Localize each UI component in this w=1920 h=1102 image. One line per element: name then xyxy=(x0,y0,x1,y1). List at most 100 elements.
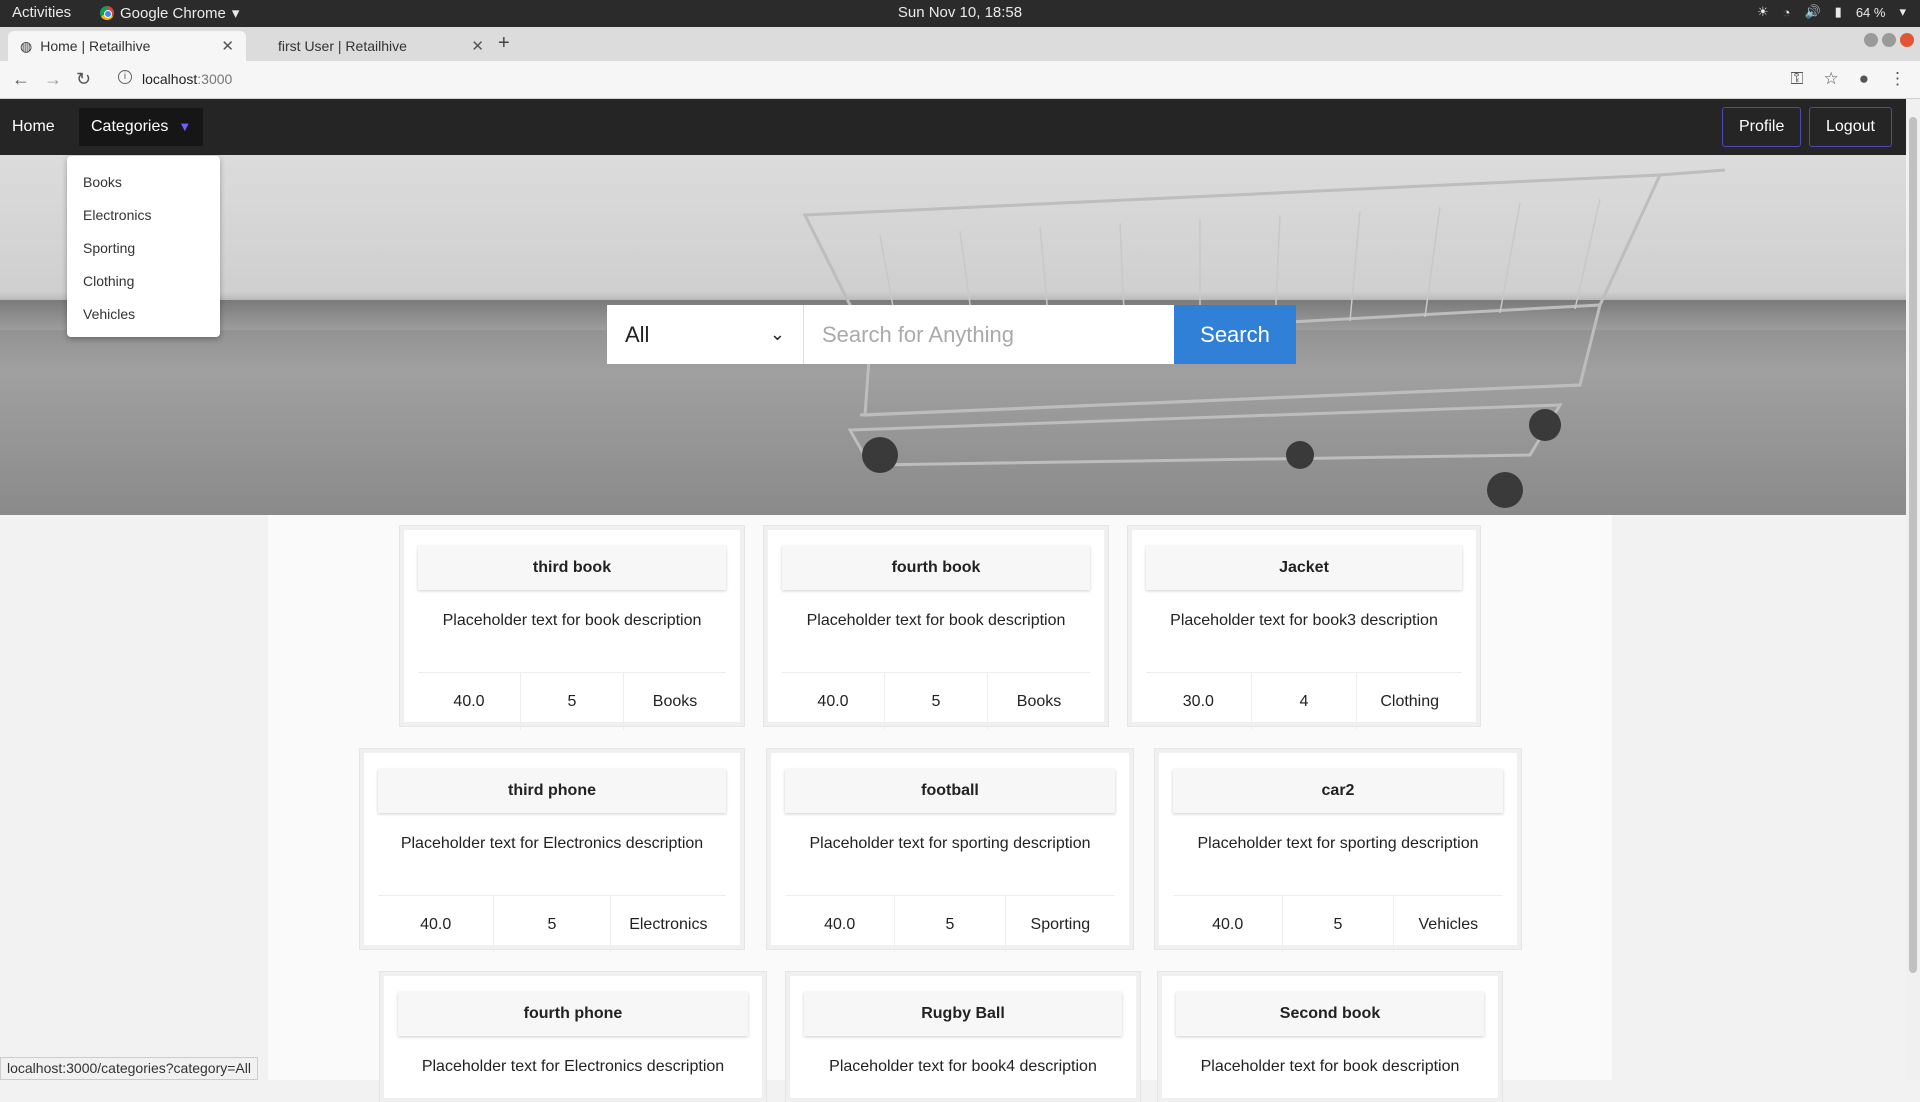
product-quantity: 5 xyxy=(885,673,988,730)
product-quantity: 5 xyxy=(895,896,1006,953)
scrollbar-thumb[interactable] xyxy=(1909,117,1917,973)
tab-title: Home | Retailhive xyxy=(40,38,151,54)
product-name: third book xyxy=(418,546,726,590)
product-card[interactable]: fourth phone Placeholder text for Electr… xyxy=(379,971,767,1102)
product-card[interactable]: Jacket Placeholder text for book3 descri… xyxy=(1127,525,1481,730)
product-description: Placeholder text for book description xyxy=(442,612,702,629)
tab-title: first User | Retailhive xyxy=(278,38,407,54)
profile-button[interactable]: Profile xyxy=(1722,107,1802,147)
dropdown-item-books[interactable]: Books xyxy=(67,166,220,199)
url-field[interactable]: localhost:3000 xyxy=(142,71,232,87)
categories-dropdown-menu: Books Electronics Sporting Clothing Vehi… xyxy=(67,156,220,337)
tab-home[interactable]: ◍ Home | Retailhive ✕ xyxy=(8,31,246,61)
chevron-down-icon: ⌄ xyxy=(769,324,785,344)
page-scrollbar[interactable] xyxy=(1906,99,1920,1080)
product-category: Sporting xyxy=(1030,916,1091,933)
categories-dropdown-toggle[interactable]: Categories ▼ xyxy=(79,108,204,146)
dropdown-item-vehicles[interactable]: Vehicles xyxy=(67,298,220,331)
product-description: Placeholder text for book3 description xyxy=(1170,612,1438,629)
product-card[interactable]: football Placeholder text for sporting d… xyxy=(766,748,1134,953)
product-name: Jacket xyxy=(1146,546,1462,590)
product-quantity: 5 xyxy=(494,896,611,953)
product-price: 40.0 xyxy=(782,673,885,730)
product-price: 40.0 xyxy=(1173,896,1284,953)
info-icon[interactable]: i xyxy=(118,70,132,84)
tab-first-user[interactable]: first User | Retailhive ✕ xyxy=(258,31,496,61)
url-port: :3000 xyxy=(197,71,233,87)
globe-icon: ◍ xyxy=(20,37,33,54)
product-description: Placeholder text for book4 description xyxy=(829,1058,1097,1075)
product-stats: 40.0 5 Vehicles xyxy=(1173,895,1503,953)
app-navbar: Home Categories ▼ Profile Logout xyxy=(0,99,1906,155)
nav-home-link[interactable]: Home xyxy=(12,99,55,155)
star-icon[interactable]: ☆ xyxy=(1823,69,1838,89)
product-quantity: 5 xyxy=(1283,896,1394,953)
product-description: Placeholder text for book description xyxy=(806,612,1066,629)
product-stats: 40.0 5 Sporting xyxy=(785,895,1115,953)
product-stats: 40.0 5 Electronics xyxy=(378,895,726,953)
chevron-down-icon: ▼ xyxy=(178,119,192,134)
close-icon[interactable]: ✕ xyxy=(221,37,234,55)
product-name: Rugby Ball xyxy=(804,992,1122,1036)
wifi-icon: ◔ xyxy=(1782,4,1791,20)
product-category: Books xyxy=(652,693,698,710)
category-select[interactable]: All ⌄ xyxy=(607,305,804,364)
product-card[interactable]: car2 Placeholder text for sporting descr… xyxy=(1154,748,1522,953)
product-card[interactable]: Second book Placeholder text for book de… xyxy=(1157,971,1503,1102)
chrome-icon xyxy=(100,6,114,20)
search-input[interactable] xyxy=(804,305,1174,364)
dropdown-item-electronics[interactable]: Electronics xyxy=(67,199,220,232)
dropdown-item-clothing[interactable]: Clothing xyxy=(67,265,220,298)
product-description: Placeholder text for book description xyxy=(1200,1058,1460,1075)
account-icon[interactable]: ● xyxy=(1859,69,1869,89)
category-select-value: All xyxy=(625,321,650,347)
clock[interactable]: Sun Nov 10, 18:58 xyxy=(0,4,1920,21)
system-tray[interactable]: ☀ ◔ 🔊 ▮ 64 % ▾ xyxy=(1757,4,1906,20)
product-description: Placeholder text for sporting descriptio… xyxy=(809,835,1091,852)
product-name: car2 xyxy=(1173,769,1503,813)
battery-level: 64 % xyxy=(1855,4,1886,20)
search-bar: All ⌄ Search xyxy=(607,305,1296,364)
caret-down-icon: ▾ xyxy=(231,5,240,22)
product-card[interactable]: fourth book Placeholder text for book de… xyxy=(763,525,1109,730)
menu-icon[interactable]: ⋮ xyxy=(1889,69,1906,89)
product-quantity: 5 xyxy=(521,673,624,730)
product-name: third phone xyxy=(378,769,726,813)
minimize-button[interactable] xyxy=(1864,33,1878,47)
close-icon[interactable]: ✕ xyxy=(471,37,484,55)
product-card[interactable]: Rugby Ball Placeholder text for book4 de… xyxy=(785,971,1141,1102)
product-name: Second book xyxy=(1176,992,1484,1036)
search-button[interactable]: Search xyxy=(1174,305,1296,364)
product-description: Placeholder text for Electronics descrip… xyxy=(400,835,704,852)
product-price: 40.0 xyxy=(378,896,495,953)
app-menu[interactable]: Google Chrome ▾ xyxy=(100,4,239,22)
link-status-bar: localhost:3000/categories?category=All xyxy=(0,1057,258,1080)
reload-icon[interactable]: ↻ xyxy=(76,69,91,90)
product-name: football xyxy=(785,769,1115,813)
new-tab-button[interactable]: + xyxy=(498,32,510,55)
product-stats: 40.0 5 Books xyxy=(418,672,726,730)
product-card[interactable]: third phone Placeholder text for Electro… xyxy=(359,748,745,953)
address-bar-row: ← → ↻ i localhost:3000 ⚿ ☆ ● ⋮ xyxy=(0,61,1920,99)
product-description: Placeholder text for sporting descriptio… xyxy=(1197,835,1479,852)
forward-icon[interactable]: → xyxy=(44,69,62,90)
maximize-button[interactable] xyxy=(1882,33,1896,47)
omnibar-actions: ⚿ ☆ ● ⋮ xyxy=(1791,69,1906,89)
back-icon[interactable]: ← xyxy=(12,69,30,90)
product-description: Placeholder text for Electronics descrip… xyxy=(421,1058,725,1075)
product-price: 40.0 xyxy=(418,673,521,730)
window-controls xyxy=(1864,33,1914,47)
product-name: fourth phone xyxy=(398,992,748,1036)
product-quantity: 4 xyxy=(1252,673,1358,730)
product-price: 30.0 xyxy=(1146,673,1252,730)
close-window-button[interactable] xyxy=(1900,33,1914,47)
activities-button[interactable]: Activities xyxy=(12,4,71,21)
tab-strip: ◍ Home | Retailhive ✕ first User | Retai… xyxy=(0,27,1920,61)
product-stats: 30.0 4 Clothing xyxy=(1146,672,1462,730)
logout-button[interactable]: Logout xyxy=(1809,107,1892,147)
key-icon[interactable]: ⚿ xyxy=(1791,69,1804,89)
volume-icon: 🔊 xyxy=(1804,4,1821,19)
product-card[interactable]: third book Placeholder text for book des… xyxy=(399,525,745,730)
dropdown-item-sporting[interactable]: Sporting xyxy=(67,232,220,265)
product-category: Clothing xyxy=(1380,693,1440,710)
